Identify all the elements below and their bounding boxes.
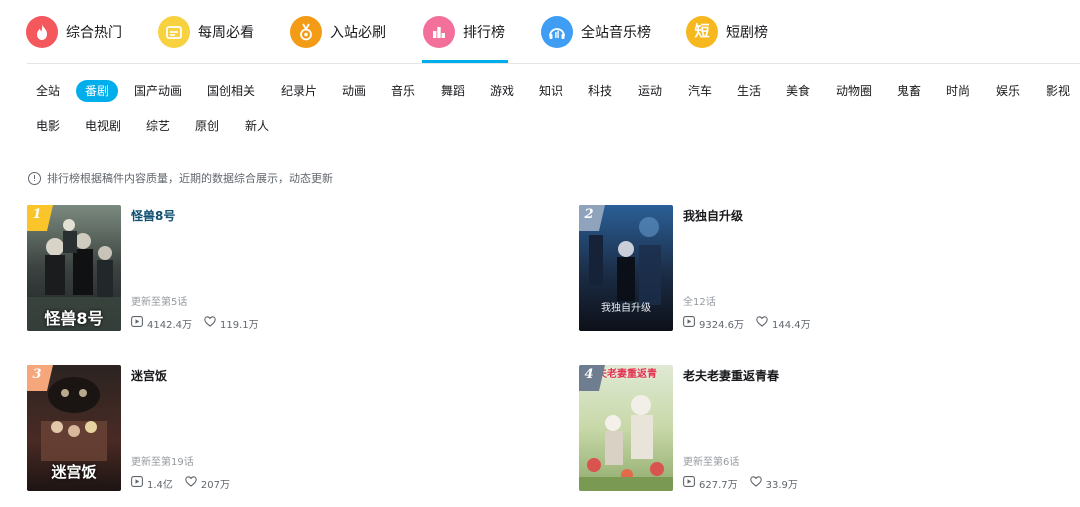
category-animals[interactable]: 动物圈 bbox=[830, 80, 878, 102]
like-count: 144.4万 bbox=[772, 319, 811, 331]
update-status: 更新至第19话 bbox=[131, 457, 194, 468]
calendar-icon bbox=[158, 15, 190, 48]
category-dance[interactable]: 舞蹈 bbox=[433, 80, 473, 102]
heart-icon bbox=[204, 316, 216, 330]
category-knowledge[interactable]: 知识 bbox=[531, 80, 571, 102]
nav-item-label: 每周必看 bbox=[198, 24, 254, 41]
category-life[interactable]: 生活 bbox=[729, 80, 769, 102]
nav-item-label: 综合热门 bbox=[66, 24, 122, 41]
play-icon bbox=[683, 316, 695, 330]
category-sports[interactable]: 运动 bbox=[630, 80, 670, 102]
play-icon bbox=[131, 476, 143, 490]
ranking-card[interactable]: 老夫老妻重返青春 4 老夫老妻重返青春 更新至第6话 627.7万 33.9万 bbox=[579, 365, 1059, 491]
rank-badge: 4 bbox=[579, 365, 605, 391]
nav-item-short-drama[interactable]: 短 短剧榜 bbox=[686, 0, 768, 63]
ranking-chart-icon bbox=[423, 15, 455, 48]
nav-item-weekly[interactable]: 每周必看 bbox=[158, 0, 254, 63]
video-title[interactable]: 迷宫饭 bbox=[131, 367, 167, 384]
flame-icon bbox=[26, 15, 58, 48]
nav-item-label: 短剧榜 bbox=[726, 24, 768, 41]
rank-number: 4 bbox=[584, 367, 594, 382]
cover-image[interactable]: 我独自升级 2 bbox=[579, 205, 673, 331]
cover-image[interactable]: 老夫老妻重返青春 4 bbox=[579, 365, 673, 491]
cover-image[interactable]: 迷宫饭 3 bbox=[27, 365, 121, 491]
category-movie[interactable]: 电影 bbox=[28, 115, 68, 137]
update-status: 更新至第5话 bbox=[131, 297, 188, 308]
play-icon bbox=[683, 476, 695, 490]
heart-icon bbox=[185, 476, 197, 490]
category-guochuang-related[interactable]: 国创相关 bbox=[200, 80, 262, 102]
category-tv-series[interactable]: 电视剧 bbox=[80, 115, 126, 137]
nav-item-music-chart[interactable]: 全站音乐榜 bbox=[541, 0, 651, 63]
play-icon bbox=[131, 316, 143, 330]
category-film-tv[interactable]: 影视 bbox=[1038, 80, 1078, 102]
ranking-card[interactable]: 迷宫饭 3 迷宫饭 更新至第19话 1.4亿 207万 bbox=[27, 365, 507, 491]
video-stats: 4142.4万 119.1万 bbox=[131, 316, 259, 331]
cover-title-text: 怪兽8号 bbox=[44, 309, 104, 328]
ranking-card[interactable]: 怪兽8号 1 怪兽8号 更新至第5话 4142.4万 119.1万 bbox=[27, 205, 507, 331]
heart-icon bbox=[749, 476, 762, 490]
play-count: 627.7万 bbox=[699, 479, 738, 491]
video-stats: 1.4亿 207万 bbox=[131, 476, 230, 491]
play-count: 4142.4万 bbox=[147, 319, 192, 331]
nav-item-must-watch[interactable]: 入站必刷 bbox=[290, 0, 386, 63]
ranking-card[interactable]: 我独自升级 2 我独自升级 全12话 9324.6万 144.4万 bbox=[579, 205, 1059, 331]
nav-divider bbox=[27, 63, 1080, 64]
rank-number: 3 bbox=[32, 367, 42, 382]
cover-image[interactable]: 怪兽8号 1 bbox=[27, 205, 121, 331]
cover-title-text: 我独自升级 bbox=[601, 303, 651, 314]
like-count: 207万 bbox=[200, 479, 230, 491]
category-fashion[interactable]: 时尚 bbox=[938, 80, 978, 102]
category-animation[interactable]: 动画 bbox=[334, 80, 374, 102]
heart-icon bbox=[756, 316, 768, 330]
music-icon bbox=[541, 15, 573, 48]
rank-number: 2 bbox=[584, 207, 594, 222]
category-guichu[interactable]: 鬼畜 bbox=[889, 80, 929, 102]
update-status: 更新至第6话 bbox=[683, 457, 740, 468]
category-music[interactable]: 音乐 bbox=[383, 80, 423, 102]
rank-number: 1 bbox=[32, 207, 42, 222]
info-icon bbox=[28, 171, 41, 185]
category-bangumi[interactable]: 番剧 bbox=[76, 80, 118, 102]
notice-text: 排行榜根据稿件内容质量，近期的数据综合展示，动态更新 bbox=[47, 172, 333, 185]
video-title[interactable]: 怪兽8号 bbox=[131, 207, 175, 224]
category-game[interactable]: 游戏 bbox=[482, 80, 522, 102]
rank-badge: 2 bbox=[579, 205, 605, 231]
top-navigation: 综合热门 每周必看 入站必刷 排行榜 全站音乐榜 短 短剧榜 bbox=[0, 0, 1080, 63]
nav-item-ranking[interactable]: 排行榜 bbox=[423, 0, 505, 63]
short-drama-glyph: 短 bbox=[694, 22, 710, 40]
rank-badge: 1 bbox=[27, 205, 53, 231]
cover-title-text: 迷宫饭 bbox=[51, 463, 97, 481]
category-original[interactable]: 原创 bbox=[187, 115, 227, 137]
like-count: 119.1万 bbox=[220, 319, 259, 331]
video-stats: 627.7万 33.9万 bbox=[683, 476, 798, 491]
play-count: 1.4亿 bbox=[147, 479, 173, 491]
category-food[interactable]: 美食 bbox=[778, 80, 818, 102]
category-documentary[interactable]: 纪录片 bbox=[275, 80, 323, 102]
category-newcomer[interactable]: 新人 bbox=[237, 115, 277, 137]
category-guochuang-animation[interactable]: 国产动画 bbox=[128, 80, 188, 102]
category-variety[interactable]: 综艺 bbox=[138, 115, 178, 137]
like-count: 33.9万 bbox=[765, 479, 798, 491]
category-all[interactable]: 全站 bbox=[28, 80, 68, 102]
ranking-notice: 排行榜根据稿件内容质量，近期的数据综合展示，动态更新 bbox=[28, 170, 333, 186]
video-stats: 9324.6万 144.4万 bbox=[683, 316, 811, 331]
nav-item-label: 全站音乐榜 bbox=[581, 24, 651, 41]
short-drama-icon: 短 bbox=[686, 15, 718, 48]
update-status: 全12话 bbox=[683, 297, 716, 308]
nav-item-label: 入站必刷 bbox=[330, 24, 386, 41]
category-tech[interactable]: 科技 bbox=[580, 80, 620, 102]
video-title[interactable]: 老夫老妻重返青春 bbox=[683, 367, 779, 384]
play-count: 9324.6万 bbox=[699, 319, 744, 331]
nav-item-hot[interactable]: 综合热门 bbox=[26, 0, 122, 63]
category-car[interactable]: 汽车 bbox=[680, 80, 720, 102]
medal-icon bbox=[290, 15, 322, 48]
video-title[interactable]: 我独自升级 bbox=[683, 207, 743, 224]
nav-item-label: 排行榜 bbox=[463, 24, 505, 41]
rank-badge: 3 bbox=[27, 365, 53, 391]
category-entertainment[interactable]: 娱乐 bbox=[988, 80, 1028, 102]
